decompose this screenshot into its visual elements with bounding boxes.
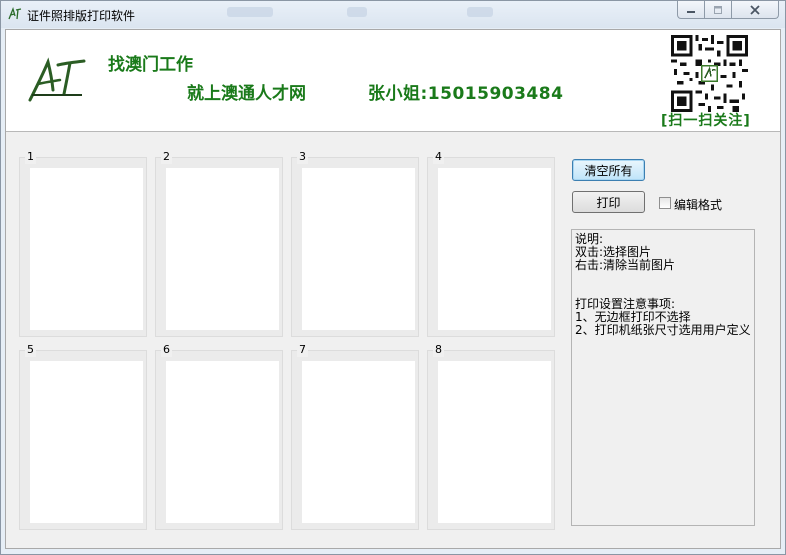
photo-area[interactable] <box>166 361 279 523</box>
close-button[interactable] <box>732 1 779 19</box>
slot-number: 8 <box>433 343 444 357</box>
edit-format-label[interactable]: 编辑格式 <box>674 196 722 213</box>
blurred-region <box>467 7 493 17</box>
photo-area[interactable] <box>166 168 279 330</box>
slot-number: 1 <box>25 150 36 164</box>
brand-logo <box>28 57 86 102</box>
edit-format-checkbox[interactable] <box>659 197 671 209</box>
banner-headline: 找澳门工作 <box>108 55 193 75</box>
photo-slot-5[interactable]: 5 <box>19 343 147 530</box>
photo-slot-6[interactable]: 6 <box>155 343 283 530</box>
photo-area[interactable] <box>438 168 551 330</box>
slot-number: 3 <box>297 150 308 164</box>
note-line: 2、打印机纸张尺寸选用用户定义 <box>575 323 751 337</box>
slot-number: 5 <box>25 343 36 357</box>
photo-slot-1[interactable]: 1 <box>19 150 147 337</box>
maximize-button[interactable] <box>705 1 732 19</box>
banner-contact: 张小姐:15015903484 <box>368 84 564 104</box>
window-title: 证件照排版打印软件 <box>27 9 136 23</box>
blurred-region <box>347 7 367 17</box>
photo-area[interactable] <box>30 361 143 523</box>
clear-all-button[interactable]: 清空所有 <box>572 159 645 181</box>
slot-number: 2 <box>161 150 172 164</box>
slot-number: 4 <box>433 150 444 164</box>
photo-slot-8[interactable]: 8 <box>427 343 555 530</box>
photo-slot-2[interactable]: 2 <box>155 150 283 337</box>
blurred-region <box>227 7 273 17</box>
photo-slot-3[interactable]: 3 <box>291 150 419 337</box>
slot-number: 6 <box>161 343 172 357</box>
photo-area[interactable] <box>302 168 415 330</box>
ad-banner: 找澳门工作 就上澳通人才网 张小姐:15015903484 [扫一扫关注] <box>6 30 780 132</box>
close-icon <box>750 4 760 15</box>
app-icon <box>8 6 22 20</box>
photo-area[interactable] <box>30 168 143 330</box>
main-panel: 找澳门工作 就上澳通人才网 张小姐:15015903484 [扫一扫关注] 1 … <box>5 29 781 549</box>
title-bar[interactable]: 证件照排版打印软件 <box>1 1 785 28</box>
photo-area[interactable] <box>302 361 415 523</box>
photo-slot-4[interactable]: 4 <box>427 150 555 337</box>
minimize-icon <box>687 10 695 13</box>
instructions-panel: 说明: 双击:选择图片 右击:清除当前图片 打印设置注意事项: 1、无边框打印不… <box>571 229 755 526</box>
banner-subheadline: 就上澳通人才网 <box>187 84 306 104</box>
maximize-icon <box>714 5 722 14</box>
minimize-button[interactable] <box>677 1 705 19</box>
scan-follow-label: [扫一扫关注] <box>661 113 751 129</box>
note-line: 右击:清除当前图片 <box>575 258 676 272</box>
print-button[interactable]: 打印 <box>572 191 645 213</box>
slot-number: 7 <box>297 343 308 357</box>
photo-area[interactable] <box>438 361 551 523</box>
photo-slot-7[interactable]: 7 <box>291 343 419 530</box>
qr-code <box>671 35 748 112</box>
app-window: 证件照排版打印软件 找澳门工作 就上澳通人才网 张小姐:15015903484 … <box>0 0 786 555</box>
